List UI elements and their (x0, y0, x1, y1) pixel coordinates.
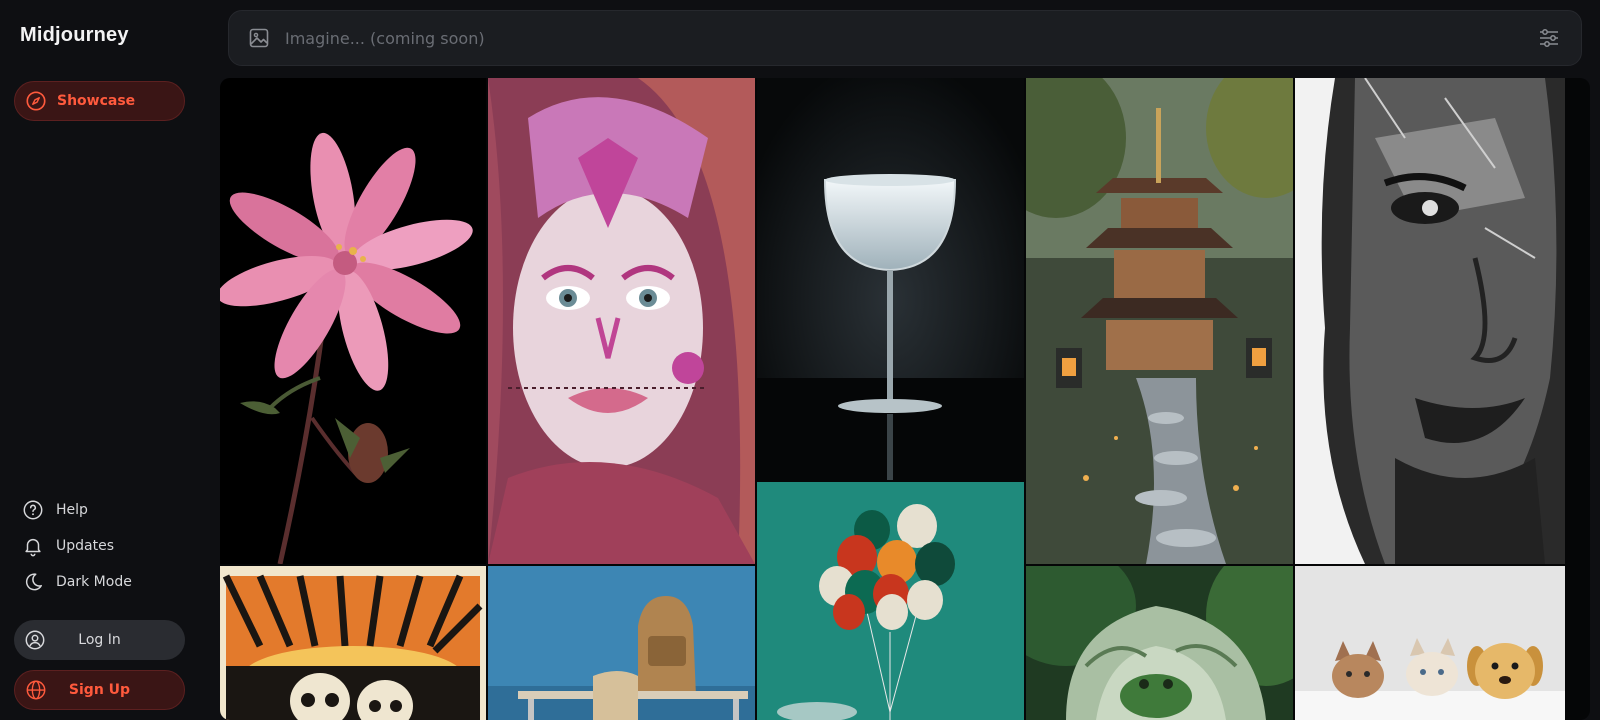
showcase-nav-item[interactable]: Showcase (14, 81, 185, 121)
imagine-bar (228, 10, 1582, 66)
showcase-gallery (220, 78, 1590, 720)
gallery-image-flower[interactable] (220, 78, 486, 564)
gallery-image-frog[interactable] (1026, 566, 1293, 720)
help-icon (22, 499, 44, 521)
dark-mode-label: Dark Mode (56, 574, 132, 590)
gallery-image-cocktail[interactable] (757, 78, 1024, 480)
showcase-label: Showcase (57, 93, 136, 109)
brand-logo[interactable]: Midjourney (20, 24, 129, 47)
gallery-image-face-paint[interactable] (488, 78, 755, 564)
gallery-image-skulls[interactable] (220, 566, 486, 720)
gallery-image-balloons[interactable] (757, 482, 1024, 720)
help-link[interactable]: Help (22, 499, 88, 521)
moon-icon (22, 571, 44, 593)
dark-mode-toggle[interactable]: Dark Mode (22, 571, 132, 593)
updates-label: Updates (56, 538, 114, 554)
signup-button[interactable]: Sign Up (14, 670, 185, 710)
compass-icon (25, 90, 47, 112)
login-button[interactable]: Log In (14, 620, 185, 660)
image-icon[interactable] (247, 26, 271, 50)
bell-icon (22, 535, 44, 557)
gallery-image-kittens[interactable] (1295, 566, 1565, 720)
app-root: Midjourney Showcase Help Updates Dark Mo… (0, 0, 1600, 720)
updates-link[interactable]: Updates (22, 535, 114, 557)
gallery-image-backpack[interactable] (488, 566, 755, 720)
user-icon (24, 629, 46, 651)
gallery-image-warrior[interactable] (1295, 78, 1565, 564)
sidebar: Midjourney Showcase Help Updates Dark Mo… (0, 0, 200, 720)
sliders-icon[interactable] (1537, 26, 1561, 50)
help-label: Help (56, 502, 88, 518)
imagine-input[interactable] (285, 28, 1537, 48)
gallery-image-pagoda[interactable] (1026, 78, 1293, 564)
globe-icon (25, 679, 47, 701)
